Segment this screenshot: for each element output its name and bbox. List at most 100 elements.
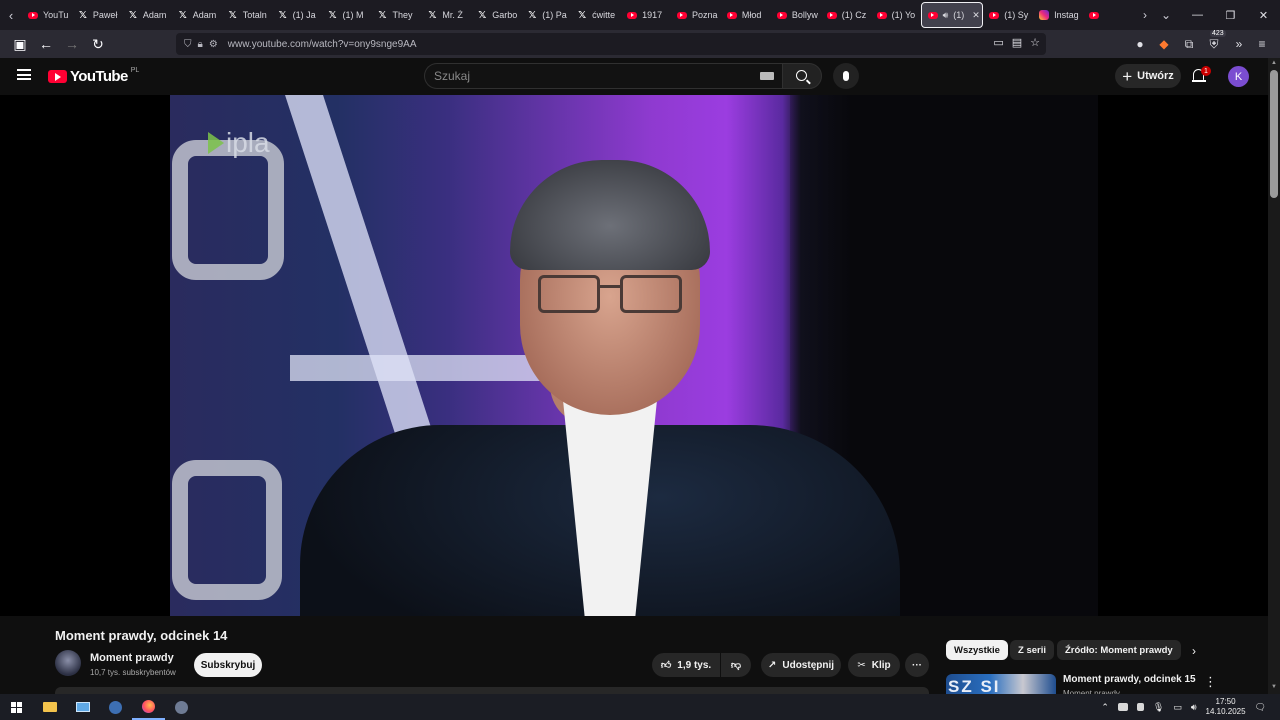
channel-name[interactable]: Moment prawdy [90,652,174,664]
youtube-icon [826,11,837,19]
browser-tab[interactable]: (1) Cz [821,2,871,28]
tab-label: ćwitte [592,10,616,20]
dislike-button[interactable]: 👎︎ [721,653,751,677]
permissions-icon[interactable]: ⚙︎ [209,39,218,50]
browser-tab[interactable]: 1917 [621,2,671,28]
youtube-icon [627,11,638,19]
extension-shield-icon[interactable]: ● [1130,34,1150,54]
browser-tab[interactable]: 𝕏 Adam [122,2,172,28]
browser-tab[interactable]: 𝕏 Garbo [471,2,521,28]
browser-tab[interactable]: 𝕏 (1) M [322,2,372,28]
forward-icon[interactable]: → [60,32,84,56]
browser-tab[interactable]: 𝕏 Totaln [222,2,272,28]
search-input[interactable]: Szukaj [424,63,782,89]
x-icon: 𝕏 [328,9,337,21]
more-dots-icon: ··· [912,659,922,671]
browser-tab[interactable] [1083,2,1133,28]
youtube-logo[interactable]: YouTube PL [48,67,139,85]
close-window-icon[interactable]: ✕ [1247,0,1280,30]
search-button[interactable] [782,63,822,89]
voice-search-button[interactable] [833,63,859,89]
x-icon: 𝕏 [378,9,387,21]
video-player[interactable]: ipla [0,95,1268,616]
back-icon[interactable]: ← [34,32,58,56]
network-icon[interactable]: ▭ [1173,702,1182,713]
browser-tab[interactable]: 𝕏 They [371,2,421,28]
create-button[interactable]: + Utwórz [1115,64,1181,88]
browser-tab[interactable]: 🔊︎ (1) ✕ [920,2,984,28]
browser-tab[interactable]: 𝕏 Adam [172,2,222,28]
restore-icon[interactable]: ❐ [1214,0,1247,30]
notifications-icon[interactable]: 🗨︎ [1255,702,1266,713]
subscribe-button[interactable]: Subskrybuj [194,653,262,677]
steam-icon[interactable] [99,694,132,720]
x-icon: 𝕏 [78,9,87,21]
browser-tab[interactable]: 𝕏 (1) Ja [272,2,322,28]
browser-tab[interactable]: (1) Yo [871,2,921,28]
chips-next-icon[interactable]: › [1192,644,1196,658]
chip-all[interactable]: Wszystkie [946,640,1008,660]
bookmark-star-icon[interactable]: ☆ [1030,36,1040,49]
browser-tab[interactable]: 𝕏 Mr. Ż [421,2,471,28]
list-all-tabs-icon[interactable]: ⌄ [1161,8,1171,22]
minimize-icon[interactable]: — [1181,0,1214,30]
browser-tab[interactable]: (1) Sy [983,2,1033,28]
browser-tab[interactable]: 𝕏ćwitte [571,2,621,28]
start-button[interactable] [0,694,33,720]
more-actions-button[interactable]: ··· [905,653,929,677]
extension-fox-icon[interactable]: ◆ [1154,34,1174,54]
this-pc-icon[interactable] [66,694,99,720]
browser-tab[interactable]: Pozna [671,2,721,28]
clock[interactable]: 17:50 14.10.2025 [1206,697,1246,717]
file-explorer-icon[interactable] [33,694,66,720]
share-button[interactable]: ↗ Udostępnij [761,653,841,677]
account-avatar[interactable]: K [1228,66,1249,87]
reload-icon[interactable]: ↻ [86,32,110,56]
recommendation-thumbnail[interactable]: SZ SI [946,674,1056,694]
app-menu-icon[interactable]: ≡ [1252,34,1272,54]
scrollbar-thumb[interactable] [1270,70,1278,198]
channel-avatar[interactable] [55,650,81,676]
tab-scroll-right-icon[interactable]: › [1143,8,1147,22]
reader-view-icon[interactable]: ▤ [1012,36,1022,49]
browser-tab[interactable]: YouTu [22,2,72,28]
picture-in-picture-icon[interactable]: ▭ [993,36,1003,49]
browser-tab[interactable]: Młod [721,2,771,28]
overflow-menu-icon[interactable]: » [1229,34,1249,54]
app-icon[interactable] [165,694,198,720]
tab-audio-icon[interactable]: 🔊︎ [943,10,949,21]
clip-button[interactable]: ✂ Klip [848,653,900,677]
description-box[interactable] [55,687,929,694]
firefox-icon[interactable] [132,694,165,720]
ublock-icon[interactable]: ⛨ 423 [1204,30,1226,54]
browser-tab[interactable]: Bollyw [771,2,821,28]
scroll-up-icon[interactable]: ▲ [1271,60,1277,66]
tray-app-icon[interactable] [1136,703,1144,711]
browser-tab[interactable]: 𝕏 Paweł [72,2,122,28]
tab-label: 1917 [642,10,663,20]
microphone-tray-icon[interactable]: 🎙︎ [1153,702,1164,713]
tab-scroll-left-icon[interactable]: ‹ [0,0,22,30]
recommendation-title[interactable]: Moment prawdy, odcinek 15 [1063,674,1196,685]
tray-overflow-icon[interactable]: ⌃ [1101,702,1109,713]
menu-icon[interactable] [17,69,31,80]
recommendation-menu-icon[interactable]: ⋮ [1204,674,1217,690]
chip-source[interactable]: Źródło: Moment prawdy [1057,640,1181,660]
scroll-down-icon[interactable]: ▼ [1271,684,1277,690]
keyboard-icon[interactable] [760,72,774,80]
lock-icon[interactable]: 🔒︎ [198,39,203,50]
windows-logo-icon [11,701,22,713]
onedrive-icon[interactable] [1117,703,1128,711]
volume-icon[interactable]: 🔊︎ [1191,702,1197,713]
browser-tab[interactable]: 𝕏 (1) Pa [521,2,571,28]
shield-icon[interactable]: ⛉ [184,39,192,50]
url-text[interactable]: www.youtube.com/watch?v=ony9snge9AA [228,39,417,50]
url-bar[interactable]: ⛉ 🔒︎ ⚙︎ www.youtube.com/watch?v=ony9snge… [176,33,1046,55]
sidebar-toggle-icon[interactable]: ▣ [8,32,32,56]
tab-strip: YouTu 𝕏 Paweł 𝕏 Adam 𝕏 Adam 𝕏 Totaln 𝕏 (1) Ja 𝕏 (1) … [22,0,1133,30]
browser-tab[interactable]: Instag [1033,2,1083,28]
like-button[interactable]: 👍︎ 1,9 tys. [652,653,720,677]
extensions-puzzle-icon[interactable]: ⧉ [1179,34,1199,54]
tab-close-icon[interactable]: ✕ [972,10,980,21]
chip-from-series[interactable]: Z serii [1010,640,1054,660]
